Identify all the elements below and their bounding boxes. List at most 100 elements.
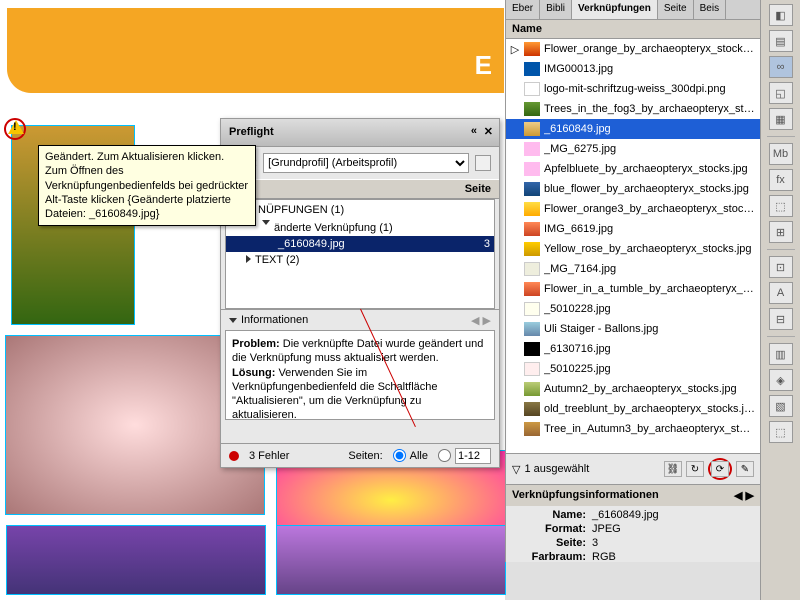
tab-bibli[interactable]: Bibli: [540, 0, 572, 19]
placed-image-5[interactable]: [276, 525, 506, 595]
dock-icon-2[interactable]: ∞: [769, 56, 793, 78]
nav-arrows-icon[interactable]: ◀ ▶: [471, 314, 491, 327]
link-thumbnail: [524, 182, 540, 196]
link-row[interactable]: Trees_in_the_fog3_by_archaeopteryx_stock…: [506, 99, 760, 119]
link-name: IMG00013.jpg: [544, 63, 756, 75]
link-thumbnail: [524, 382, 540, 396]
profile-select[interactable]: [Grundprofil] (Arbeitsprofil): [263, 153, 469, 173]
pages-range-radio[interactable]: [438, 449, 451, 462]
dock-icon-14[interactable]: ▧: [769, 395, 793, 417]
link-name: Flower_orange3_by_archaeopteryx_stocks.j…: [544, 203, 756, 215]
link-row[interactable]: Yellow_rose_by_archaeopteryx_stocks.jpg: [506, 239, 760, 259]
minimize-icon[interactable]: «: [471, 125, 477, 137]
link-row[interactable]: Flower_in_a_tumble_by_archaeopteryx_stoc…: [506, 279, 760, 299]
preflight-titlebar[interactable]: Preflight « ✕: [221, 119, 499, 147]
link-row[interactable]: _6160849.jpg: [506, 119, 760, 139]
link-row[interactable]: IMG00013.jpg: [506, 59, 760, 79]
yellow-frame: E: [7, 8, 504, 93]
update-link-button[interactable]: ⟳: [711, 461, 729, 477]
error-count: 3 Fehler: [249, 450, 289, 462]
link-row[interactable]: logo-mit-schriftzug-weiss_300dpi.png: [506, 79, 760, 99]
link-thumbnail: [524, 62, 540, 76]
dock-icon-1[interactable]: ▤: [769, 30, 793, 52]
pages-range-input[interactable]: [455, 448, 491, 464]
dock-icon-0[interactable]: ◧: [769, 4, 793, 26]
dock-icon-13[interactable]: ◈: [769, 369, 793, 391]
link-row[interactable]: Flower_orange3_by_archaeopteryx_stocks.j…: [506, 199, 760, 219]
links-panel: EberBibliVerknüpfungenSeiteBeis Name ▷Fl…: [505, 0, 760, 562]
link-row[interactable]: _MG_7164.jpg: [506, 259, 760, 279]
tab-seite[interactable]: Seite: [658, 0, 694, 19]
tree-file-item[interactable]: _6160849.jpg3: [226, 236, 494, 252]
link-thumbnail: [524, 242, 540, 256]
dock-icon-9[interactable]: ⊡: [769, 256, 793, 278]
edit-original-button[interactable]: ✎: [736, 461, 754, 477]
dock-icon-5[interactable]: Mb: [769, 143, 793, 165]
link-info: Name:_6160849.jpg Format:JPEG Seite:3 Fa…: [506, 506, 760, 566]
link-row[interactable]: _MG_6275.jpg: [506, 139, 760, 159]
dock-icon-7[interactable]: ⬚: [769, 195, 793, 217]
dock-icon-12[interactable]: ▥: [769, 343, 793, 365]
yellow-letter: E: [475, 50, 492, 81]
link-row[interactable]: ▷Flower_orange_by_archaeopteryx_stocks.j…: [506, 39, 760, 59]
info-text: Problem: Die verknüpfte Datei wurde geän…: [225, 330, 495, 420]
link-row[interactable]: Apfelbluete_by_archaeopteryx_stocks.jpg: [506, 159, 760, 179]
link-row[interactable]: Autumn2_by_archaeopteryx_stocks.jpg: [506, 379, 760, 399]
preflight-title: Preflight: [229, 126, 274, 138]
link-name: _5010228.jpg: [544, 303, 756, 315]
link-row[interactable]: Tree_in_Autumn3_by_archaeopteryx_stocks.…: [506, 419, 760, 439]
link-row[interactable]: IMG_6619.jpg: [506, 219, 760, 239]
link-thumbnail: [524, 342, 540, 356]
dock-icon-6[interactable]: fx: [769, 169, 793, 191]
link-thumbnail: [524, 362, 540, 376]
link-name: _MG_7164.jpg: [544, 263, 756, 275]
link-thumbnail: [524, 322, 540, 336]
link-row[interactable]: old_treeblunt_by_archaeopteryx_stocks.jp…: [506, 399, 760, 419]
tree-modified-group[interactable]: änderte Verknüpfung (1): [226, 218, 494, 236]
profile-options-icon[interactable]: [475, 155, 491, 171]
pages-all-radio[interactable]: [393, 449, 406, 462]
link-thumbnail: [524, 262, 540, 276]
tree-text-group[interactable]: TEXT (2): [226, 252, 494, 268]
link-thumbnail: [524, 142, 540, 156]
dock-icon-11[interactable]: ⊟: [769, 308, 793, 330]
link-thumbnail: [524, 222, 540, 236]
link-thumbnail: [524, 42, 540, 56]
dock-icon-3[interactable]: ◱: [769, 82, 793, 104]
goto-link-button[interactable]: ↻: [686, 461, 704, 477]
link-name: Autumn2_by_archaeopteryx_stocks.jpg: [544, 383, 756, 395]
dock-icon-15[interactable]: ⬚: [769, 421, 793, 443]
tab-eber[interactable]: Eber: [506, 0, 540, 19]
tree-links-group[interactable]: NÜPFUNGEN (1): [226, 200, 494, 218]
link-row[interactable]: _5010228.jpg: [506, 299, 760, 319]
dock-icon-10[interactable]: A: [769, 282, 793, 304]
links-status-bar: ▽ 1 ausgewählt ⛓ ↻ ⟳ ✎: [506, 453, 760, 484]
info-nav-icon[interactable]: ◀ ▶: [734, 489, 754, 502]
dock-icon-4[interactable]: ▦: [769, 108, 793, 130]
relink-button[interactable]: ⛓: [664, 461, 682, 477]
placed-image-4[interactable]: [6, 525, 266, 595]
link-name: Yellow_rose_by_archaeopteryx_stocks.jpg: [544, 243, 756, 255]
tab-verknüpfungen[interactable]: Verknüpfungen: [572, 0, 658, 19]
preflight-tree[interactable]: NÜPFUNGEN (1) änderte Verknüpfung (1) _6…: [225, 199, 495, 309]
dock-icon-8[interactable]: ⊞: [769, 221, 793, 243]
link-name: old_treeblunt_by_archaeopteryx_stocks.jp…: [544, 403, 756, 415]
link-thumbnail: [524, 302, 540, 316]
info-header[interactable]: Informationen ◀ ▶: [221, 309, 499, 330]
link-row[interactable]: _5010225.jpg: [506, 359, 760, 379]
tab-beis[interactable]: Beis: [694, 0, 726, 19]
tree-column-header: Seite: [221, 179, 499, 199]
expand-toggle[interactable]: ▷: [510, 43, 520, 56]
link-name: Apfelbluete_by_archaeopteryx_stocks.jpg: [544, 163, 756, 175]
preflight-status-bar: 3 Fehler Seiten: Alle: [221, 443, 499, 467]
link-thumbnail: [524, 82, 540, 96]
close-icon[interactable]: ✕: [484, 125, 493, 138]
warning-icon[interactable]: [8, 120, 24, 134]
links-list[interactable]: ▷Flower_orange_by_archaeopteryx_stocks.j…: [506, 39, 760, 453]
expand-icon[interactable]: ▽: [512, 463, 520, 476]
link-row[interactable]: blue_flower_by_archaeopteryx_stocks.jpg: [506, 179, 760, 199]
link-name: blue_flower_by_archaeopteryx_stocks.jpg: [544, 183, 756, 195]
link-row[interactable]: Uli Staiger - Ballons.jpg: [506, 319, 760, 339]
warning-tooltip: Geändert. Zum Aktualisieren klicken. Zum…: [38, 145, 256, 226]
link-row[interactable]: _6130716.jpg: [506, 339, 760, 359]
